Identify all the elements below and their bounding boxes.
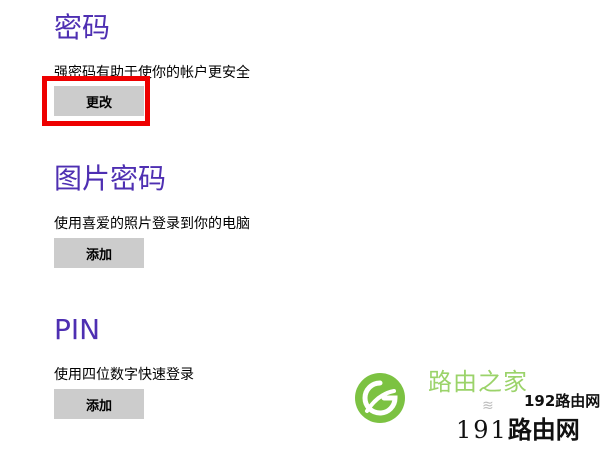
highlight-box — [42, 76, 150, 126]
password-heading: 密码 — [54, 11, 111, 44]
add-pin-button[interactable]: 添加 — [54, 389, 144, 419]
wifi-icon: ≋ — [482, 398, 494, 414]
watermark-url: 191路由网 — [456, 416, 580, 444]
pin-heading: PIN — [54, 313, 101, 346]
watermark-url-number: 191 — [456, 416, 508, 444]
watermark-small-text: 192路由网 — [524, 392, 600, 410]
watermark-url-text: 路由网 — [507, 416, 580, 444]
add-picture-password-button[interactable]: 添加 — [54, 238, 144, 268]
picture-password-description: 使用喜爱的照片登录到你的电脑 — [54, 216, 250, 232]
router-home-logo-icon — [355, 373, 405, 423]
pin-description: 使用四位数字快速登录 — [54, 367, 194, 383]
picture-password-heading: 图片密码 — [54, 162, 167, 195]
watermark-title: 路由之家 — [428, 368, 528, 396]
